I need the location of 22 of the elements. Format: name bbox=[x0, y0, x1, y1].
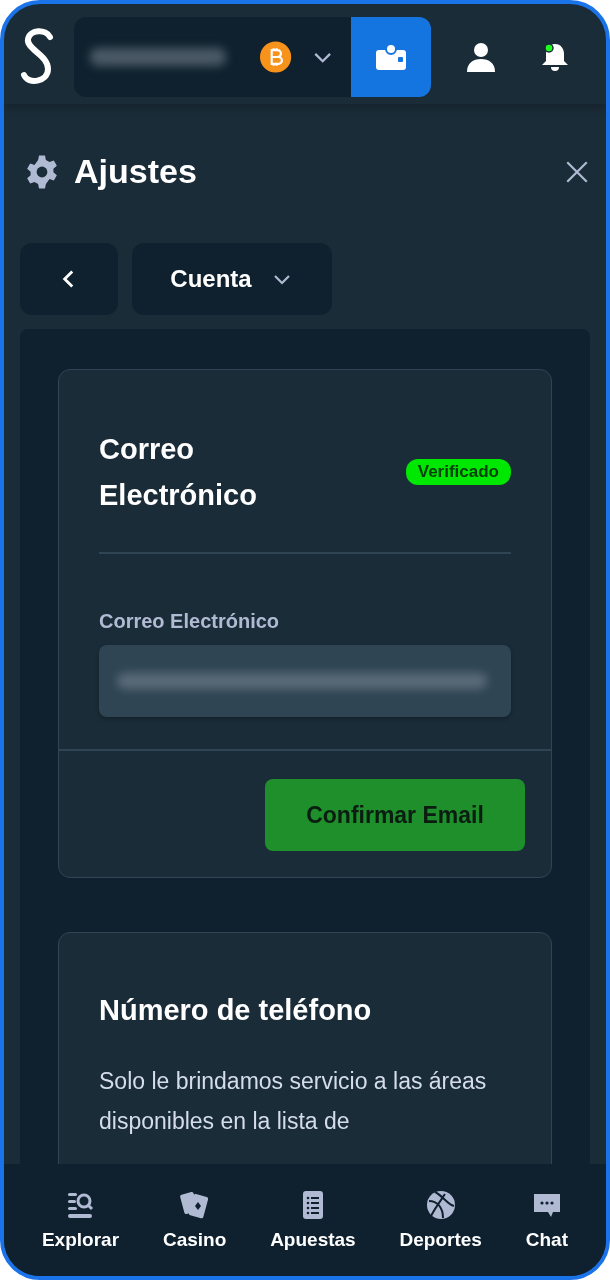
wallet-button[interactable] bbox=[351, 17, 431, 97]
balance-selector[interactable] bbox=[74, 17, 351, 97]
card-title: Número de teléfono bbox=[99, 994, 372, 1026]
nav-tab[interactable]: Apuestas bbox=[266, 1189, 360, 1251]
phone-info-text: Solo le brindamos servicio a las áreas disponibles en la lista de bbox=[99, 1067, 488, 1136]
nav-tab[interactable]: Chat bbox=[521, 1189, 572, 1251]
field-label: Correo Electrónico bbox=[99, 610, 281, 633]
wallet-icon bbox=[375, 43, 407, 71]
cards-icon bbox=[178, 1189, 211, 1221]
nav-tab[interactable]: Deportes bbox=[395, 1189, 486, 1251]
nav-tab[interactable]: Casino bbox=[158, 1189, 231, 1251]
section-dropdown[interactable]: Cuenta bbox=[132, 243, 332, 315]
settings-icon bbox=[24, 153, 60, 190]
nav-tab[interactable]: Explorar bbox=[37, 1189, 124, 1251]
page-title: Ajustes bbox=[74, 152, 198, 191]
user-icon[interactable] bbox=[465, 41, 497, 73]
bitcoin-icon bbox=[260, 41, 292, 73]
basketball-icon bbox=[424, 1189, 457, 1221]
email-input-field[interactable] bbox=[99, 645, 511, 717]
card-title: Correo Electrónico bbox=[99, 432, 258, 513]
verified-badge: Verificado bbox=[405, 459, 511, 485]
confirm-email-button[interactable]: Confirmar Email bbox=[265, 779, 525, 851]
